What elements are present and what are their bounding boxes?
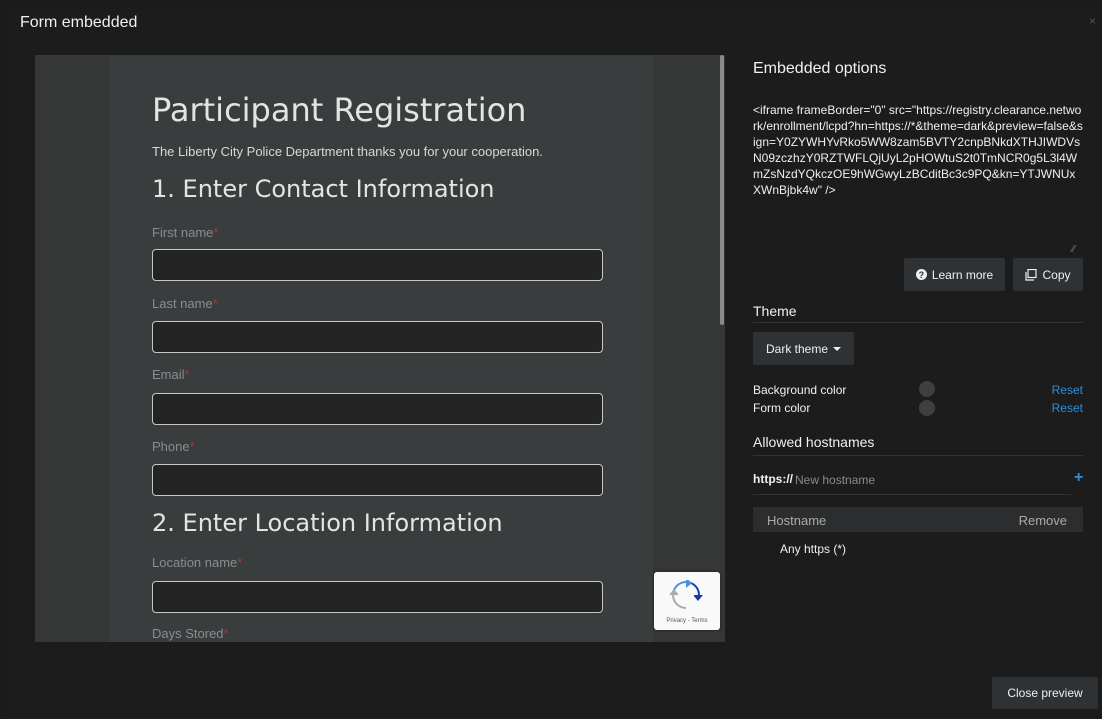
close-preview-label: Close preview — [1007, 686, 1083, 700]
form-color-reset[interactable]: Reset — [1052, 401, 1083, 415]
phone-input[interactable] — [152, 464, 603, 496]
learn-more-button[interactable]: ? Learn more — [904, 258, 1005, 291]
background-color-label: Background color — [753, 383, 847, 397]
preview-margin-right — [653, 55, 725, 642]
background-color-swatch[interactable] — [919, 381, 935, 397]
form-title: Participant Registration — [152, 91, 527, 129]
learn-more-label: Learn more — [931, 267, 994, 282]
embedded-options-heading: Embedded options — [753, 60, 887, 77]
new-hostname-input[interactable] — [795, 470, 1045, 490]
phone-label: Phone* — [152, 439, 195, 454]
modal-title: Form embedded — [20, 14, 138, 31]
embed-code-textarea[interactable]: <iframe frameBorder="0" src="https://reg… — [753, 102, 1083, 258]
resize-handle-icon[interactable]: ⁄⁄ — [1072, 244, 1075, 255]
modal-titlebar: Form embedded × — [8, 4, 1102, 42]
form-color-label: Form color — [753, 401, 811, 415]
theme-heading: Theme — [753, 303, 797, 319]
background-color-reset[interactable]: Reset — [1052, 383, 1083, 397]
form-color-swatch[interactable] — [919, 400, 935, 416]
close-icon[interactable]: × — [1089, 14, 1096, 28]
preview-scrollbar[interactable] — [720, 55, 724, 325]
email-label: Email* — [152, 367, 190, 382]
hostnames-table-header: Hostname Remove — [753, 507, 1083, 532]
theme-dropdown-value: Dark theme — [765, 341, 829, 356]
hostname-column-header: Hostname — [767, 513, 827, 528]
recaptcha-links[interactable]: Privacy - Terms — [654, 618, 720, 624]
allowed-hostnames-heading: Allowed hostnames — [753, 434, 875, 450]
close-preview-button[interactable]: Close preview — [992, 677, 1098, 709]
hostname-input-underline — [753, 494, 1071, 495]
section-contact-heading: 1. Enter Contact Information — [152, 175, 495, 203]
theme-divider — [753, 322, 1083, 323]
first-name-input[interactable] — [152, 249, 603, 281]
section-location-heading: 2. Enter Location Information — [152, 509, 503, 537]
question-circle-icon: ? — [915, 269, 927, 280]
recaptcha-badge[interactable]: Privacy - Terms — [654, 572, 720, 630]
first-name-label: First name* — [152, 225, 219, 240]
recaptcha-icon — [669, 580, 703, 609]
hostnames-divider — [753, 455, 1083, 456]
form-embedded-modal: Form embedded × Participant Registration… — [8, 4, 1102, 719]
caret-down-icon — [833, 346, 842, 351]
table-row: Any https (*) — [753, 534, 1083, 562]
location-name-label: Location name* — [152, 555, 243, 570]
last-name-input[interactable] — [152, 321, 603, 353]
preview-margin-left — [35, 55, 110, 642]
remove-column-header: Remove — [1018, 513, 1067, 528]
copy-label: Copy — [1042, 267, 1071, 282]
last-name-label: Last name* — [152, 296, 218, 311]
theme-dropdown[interactable]: Dark theme — [753, 332, 854, 365]
location-name-input[interactable] — [152, 581, 603, 613]
days-stored-label: Days Stored* — [152, 626, 229, 641]
add-hostname-icon[interactable]: + — [1074, 469, 1083, 487]
copy-icon — [1025, 268, 1038, 281]
https-prefix: https:// — [753, 472, 793, 486]
copy-button[interactable]: Copy — [1013, 258, 1083, 291]
email-input[interactable] — [152, 393, 603, 425]
form-subtitle: The Liberty City Police Department thank… — [152, 144, 543, 159]
form-preview[interactable]: Participant Registration The Liberty Cit… — [35, 55, 725, 642]
hostname-cell: Any https (*) — [780, 542, 847, 556]
